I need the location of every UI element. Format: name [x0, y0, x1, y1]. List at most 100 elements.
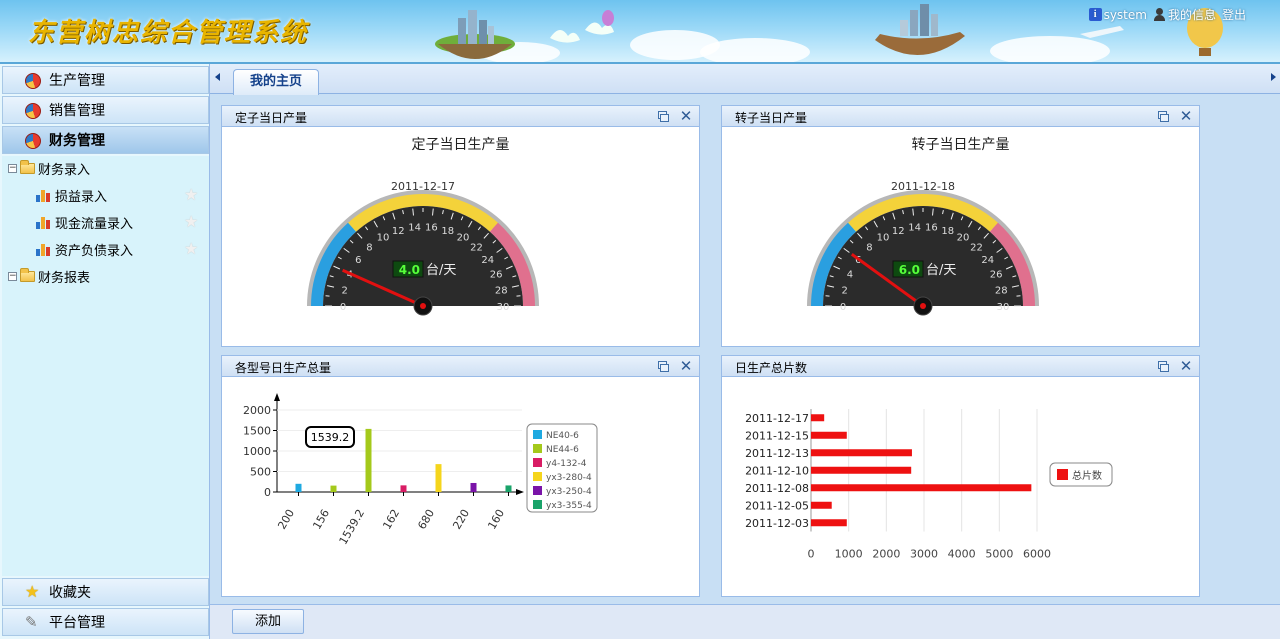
bar — [811, 484, 1032, 492]
sidebar-section-finance[interactable]: 财务管理 — [2, 126, 209, 154]
bar — [811, 431, 847, 439]
gauge-tick-label: 22 — [970, 243, 983, 254]
sidebar-section-label: 平台管理 — [49, 615, 105, 631]
tree-leaf-label: 资产负债录入 — [55, 243, 134, 259]
portlet-header: 定子当日产量 ✕ — [222, 106, 699, 127]
y-tick-label: 0 — [264, 486, 271, 499]
portlet-title: 转子当日产量 — [735, 111, 808, 125]
legend-label: yx3-355-4 — [546, 501, 592, 511]
main-panel: 我的主页 定子当日产量 ✕ 定子当日生产量 024681012141618202… — [210, 64, 1280, 639]
bar — [365, 428, 372, 492]
gauge-tick-label: 8 — [366, 243, 372, 254]
bar — [400, 485, 407, 492]
restore-icon[interactable] — [1155, 359, 1169, 373]
finance-tree: − 财务录入 损益录入 ★ 现金流量录入 ★ 资产负债录入 ★ − 财务报表 — [2, 156, 209, 576]
sidebar: 生产管理 销售管理 财务管理 − 财务录入 损益录入 ★ 现金流量录入 ★ 资产… — [0, 64, 210, 639]
tab-bar: 我的主页 — [210, 64, 1280, 95]
gauge-tick-label: 12 — [892, 226, 905, 237]
gauge-tick-label: 12 — [392, 226, 405, 237]
portlet-title: 定子当日产量 — [235, 111, 308, 125]
restore-icon[interactable] — [655, 359, 669, 373]
gauge-tick-label: 20 — [457, 233, 470, 244]
gauge-tick-label: 28 — [495, 285, 508, 296]
tree-leaf-balance-sheet[interactable]: 资产负债录入 ★ — [36, 238, 206, 260]
x-tick-label: 160 — [485, 507, 507, 532]
my-info-link[interactable]: 我的信息 — [1153, 6, 1216, 23]
y-tick-label: 2011-12-17 — [745, 412, 809, 425]
portlet-model-daily-total: 各型号日生产总量 ✕ 0 500 1000 1500 2000 200 156 1539.2 1… — [221, 355, 700, 597]
x-tick-label: 5000 — [985, 548, 1013, 561]
y-tick-label: 2000 — [243, 404, 271, 417]
close-icon[interactable]: ✕ — [679, 359, 693, 374]
y-tick-label: 2011-12-08 — [745, 482, 809, 495]
scroll-left-icon[interactable] — [215, 73, 220, 81]
user-name: system — [1103, 7, 1147, 22]
favorite-star-icon[interactable]: ★ — [184, 187, 200, 203]
y-tick-label: 2011-12-03 — [745, 517, 809, 530]
legend-swatch — [533, 486, 542, 495]
collapse-toggle-icon[interactable]: − — [8, 163, 17, 173]
portlet-body: 定子当日生产量 0246810121416182022242628302011-… — [222, 127, 699, 346]
restore-icon[interactable] — [655, 109, 669, 123]
gauge-tick-label: 30 — [497, 302, 510, 313]
gauge-date: 2011-12-17 — [391, 180, 455, 193]
gauge-tick-label: 14 — [408, 222, 421, 233]
chart-icon — [36, 215, 51, 229]
bar — [811, 519, 847, 527]
gauge-chart-title: 转子当日生产量 — [911, 137, 1010, 153]
tree-node-finance-entry[interactable]: − 财务录入 — [8, 157, 90, 179]
sidebar-section-sales[interactable]: 销售管理 — [2, 96, 209, 124]
user-link[interactable]: i system — [1088, 7, 1147, 22]
x-tick-label: 0 — [808, 548, 815, 561]
bar — [470, 482, 477, 492]
x-tick-label: 156 — [310, 507, 332, 532]
y-tick-label: 2011-12-10 — [745, 464, 809, 477]
portlet-header: 各型号日生产总量 ✕ — [222, 356, 699, 377]
logout-label: 登出 — [1221, 8, 1246, 22]
bottom-toolbar: 添加 — [210, 604, 1280, 639]
cloud-decoration — [700, 38, 810, 62]
add-button[interactable]: 添加 — [232, 609, 304, 634]
tab-home[interactable]: 我的主页 — [233, 69, 319, 95]
legend-swatch — [1057, 469, 1068, 480]
close-icon[interactable]: ✕ — [679, 109, 693, 124]
gauge-tick-label: 8 — [866, 243, 872, 254]
gauge-tick-label: 16 — [425, 222, 438, 233]
legend-swatch — [533, 500, 542, 509]
legend-swatch — [533, 472, 542, 481]
top-nav: i system 我的信息 登出 — [1088, 6, 1246, 23]
tree-leaf-cash-flow[interactable]: 现金流量录入 ★ — [36, 211, 206, 233]
y-tick-label: 2011-12-15 — [745, 429, 809, 442]
legend-label: NE44-6 — [546, 445, 579, 455]
gauge-tick-label: 16 — [925, 222, 938, 233]
x-tick-label: 1000 — [835, 548, 863, 561]
bar — [811, 466, 912, 474]
legend-swatch — [533, 444, 542, 453]
close-icon[interactable]: ✕ — [1179, 109, 1193, 124]
sidebar-section-production[interactable]: 生产管理 — [2, 66, 209, 94]
restore-icon[interactable] — [1155, 109, 1169, 123]
legend-label: 总片数 — [1072, 469, 1102, 482]
x-tick-label: 200 — [275, 507, 297, 532]
tree-node-finance-reports[interactable]: − 财务报表 — [8, 265, 90, 287]
favorite-star-icon[interactable]: ★ — [184, 241, 200, 257]
legend-label: NE40-6 — [546, 431, 579, 441]
gauge-hub-center — [920, 303, 926, 309]
sidebar-section-platform[interactable]: ✎ 平台管理 — [2, 608, 209, 636]
tree-leaf-profit-loss[interactable]: 损益录入 ★ — [36, 184, 206, 206]
logout-link[interactable]: 登出 — [1222, 6, 1246, 23]
x-tick-label: 6000 — [1023, 548, 1051, 561]
tree-node-label: 财务录入 — [38, 162, 91, 178]
scroll-right-icon[interactable] — [1271, 73, 1276, 81]
x-tick-label: 4000 — [948, 548, 976, 561]
favorite-star-icon[interactable]: ★ — [184, 214, 200, 230]
collapse-toggle-icon[interactable]: − — [8, 271, 17, 281]
portlet-body: 转子当日生产量 0246810121416182022242628302011-… — [722, 127, 1199, 346]
tooltip-value: 1539.2 — [311, 431, 350, 444]
gauge-tick-label: 26 — [490, 269, 503, 280]
tree-node-label: 财务报表 — [38, 270, 91, 286]
gauge-tick-label: 18 — [941, 226, 954, 237]
close-icon[interactable]: ✕ — [1179, 359, 1193, 374]
sidebar-section-favorites[interactable]: ★ 收藏夹 — [2, 578, 209, 606]
bar — [811, 501, 832, 509]
